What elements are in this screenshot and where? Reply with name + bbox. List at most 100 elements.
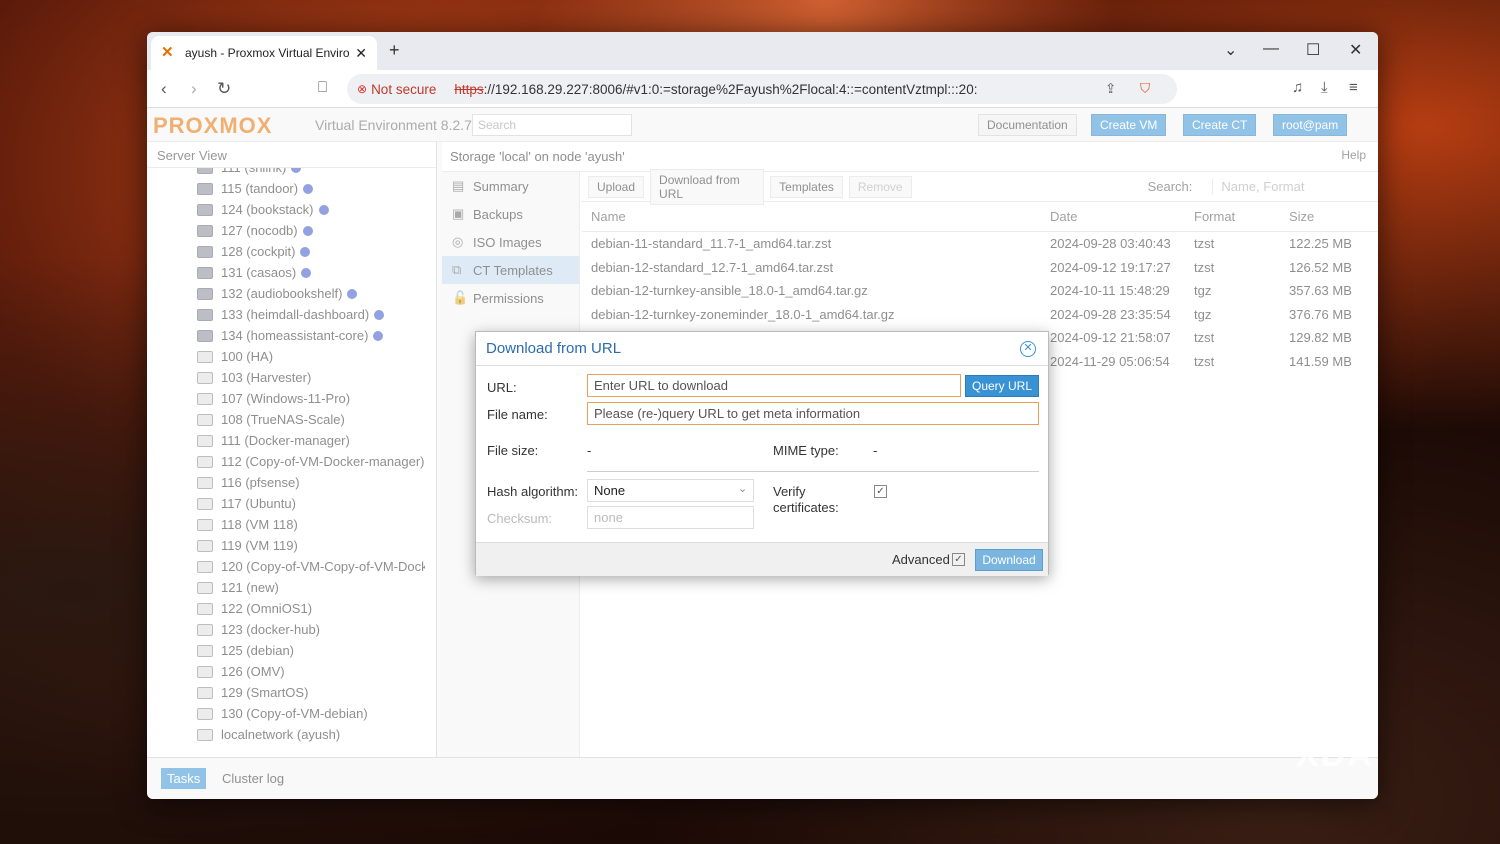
checksum-input[interactable]: none	[587, 506, 754, 529]
tree-item[interactable]: 128 (cockpit)	[197, 241, 311, 262]
server-view-select[interactable]: Server View	[147, 142, 436, 168]
tree-item[interactable]: 130 (Copy-of-VM-debian)	[197, 703, 368, 724]
table-row[interactable]: debian-12-standard_12.7-1_amd64.tar.zst 2…	[582, 256, 1378, 280]
maximize-icon[interactable]: ☐	[1306, 40, 1320, 60]
subnav-label: ISO Images	[473, 234, 542, 250]
divider	[587, 471, 1039, 472]
subnav-permissions[interactable]: 🔓 Permissions	[442, 284, 579, 312]
disc-icon: ◎	[452, 234, 464, 249]
new-tab-icon[interactable]: +	[389, 40, 400, 61]
table-cell: 376.76 MB	[1289, 306, 1352, 322]
reload-icon[interactable]: ↻	[217, 79, 231, 99]
query-url-button[interactable]: Query URL	[965, 375, 1039, 397]
table-cell: 2024-09-12 19:17:27	[1050, 259, 1171, 275]
vm-icon	[197, 644, 213, 657]
global-search[interactable]: Search	[472, 114, 632, 136]
create-ct-button[interactable]: Create CT	[1183, 114, 1257, 136]
tag-dot	[303, 183, 314, 194]
certificates-label: certificates:	[773, 500, 839, 515]
url-label: URL:	[487, 380, 517, 395]
tasks-tab[interactable]: Tasks	[161, 768, 207, 789]
table-row[interactable]: debian-11-standard_11.7-1_amd64.tar.zst 2…	[582, 232, 1378, 256]
tree-item[interactable]: 119 (VM 119)	[197, 535, 298, 556]
download-button[interactable]: Download	[975, 549, 1043, 571]
grid-search-input[interactable]: Name, Format	[1212, 179, 1378, 194]
share-icon[interactable]: ⇪	[1105, 81, 1116, 97]
verify-certificates-checkbox[interactable]: ✓	[874, 485, 887, 498]
download-icon[interactable]: ⤓	[1321, 79, 1328, 96]
tree-item[interactable]: 134 (homeassistant-core)	[197, 325, 384, 346]
tree-item[interactable]: 117 (Ubuntu)	[197, 493, 296, 514]
tree-item[interactable]: 116 (pfsense)	[197, 472, 300, 493]
tree-item[interactable]: 108 (TrueNAS-Scale)	[197, 409, 345, 430]
tree-item[interactable]: 115 (tandoor)	[197, 178, 314, 199]
col-size[interactable]: Size	[1281, 209, 1378, 224]
tree-item[interactable]: 126 (OMV)	[197, 661, 285, 682]
tree-item[interactable]: 120 (Copy-of-VM-Copy-of-VM-Docke	[197, 556, 425, 577]
cluster-log-tab[interactable]: Cluster log	[216, 768, 290, 789]
vm-icon	[197, 455, 213, 468]
tree-item-label: 115 (tandoor)	[221, 181, 299, 196]
table-cell: 129.82 MB	[1289, 330, 1352, 346]
subnav-backups[interactable]: ▣ Backups	[442, 200, 579, 228]
close-dialog-icon[interactable]: ✕	[1020, 341, 1036, 357]
tree-item[interactable]: 100 (HA)	[197, 346, 273, 367]
container-icon	[197, 203, 213, 216]
col-format[interactable]: Format	[1186, 209, 1281, 224]
url-input[interactable]: Enter URL to download	[587, 374, 961, 397]
download-from-url-button[interactable]: Download from URL	[650, 168, 765, 205]
tree-item[interactable]: 132 (audiobookshelf)	[197, 283, 358, 304]
url-field[interactable]: ⊗ Not secure https ://192.168.29.227:800…	[347, 74, 1177, 104]
tree-item-label: 128 (cockpit)	[221, 244, 296, 259]
browser-tab[interactable]: ✕ ayush - Proxmox Virtual Enviro ✕	[151, 36, 377, 70]
tree-item[interactable]: 107 (Windows-11-Pro)	[197, 388, 350, 409]
tree-item[interactable]: 118 (VM 118)	[197, 514, 298, 535]
tree-item[interactable]: 111 (shlink)	[197, 168, 302, 178]
media-icon[interactable]: ♫	[1292, 79, 1303, 96]
subnav-summary[interactable]: ▤ Summary	[442, 172, 579, 200]
resource-tree: 111 (shlink) 115 (tandoor) 124 (bookstack)…	[147, 168, 425, 758]
chevron-down-icon[interactable]: ⌄	[738, 482, 747, 495]
tree-item[interactable]: 125 (debian)	[197, 640, 294, 661]
minimize-icon[interactable]: —	[1263, 40, 1279, 58]
tree-item[interactable]: 133 (heimdall-dashboard)	[197, 304, 385, 325]
remove-button[interactable]: Remove	[848, 175, 912, 198]
col-name[interactable]: Name	[582, 209, 1042, 224]
file-name-input[interactable]: Please (re-)query URL to get meta inform…	[587, 402, 1039, 425]
templates-button[interactable]: Templates	[770, 175, 843, 198]
container-icon	[197, 266, 213, 279]
close-tab-icon[interactable]: ✕	[355, 45, 367, 62]
brave-shield-icon[interactable]: ⛉	[1140, 81, 1150, 97]
vm-icon	[197, 602, 213, 615]
subnav-iso-images[interactable]: ◎ ISO Images	[442, 228, 579, 256]
hash-algorithm-select[interactable]: None	[587, 479, 754, 502]
close-window-icon[interactable]: ✕	[1349, 40, 1362, 60]
menu-icon[interactable]: ≡	[1349, 79, 1358, 96]
bookmark-icon[interactable]: ⎕	[318, 79, 327, 96]
advanced-checkbox[interactable]: ✓	[952, 553, 965, 566]
forward-icon[interactable]: ›	[191, 79, 197, 99]
tab-list-icon[interactable]: ⌄	[1224, 40, 1237, 60]
tree-item[interactable]: localnetwork (ayush)	[197, 724, 340, 745]
tree-item[interactable]: 124 (bookstack)	[197, 199, 329, 220]
subnav-ct-templates[interactable]: ⧉ CT Templates	[442, 256, 579, 284]
table-row[interactable]: debian-12-turnkey-ansible_18.0-1_amd64.t…	[582, 279, 1378, 303]
user-menu-button[interactable]: root@pam	[1273, 114, 1348, 136]
back-icon[interactable]: ‹	[161, 79, 167, 99]
tree-item[interactable]: 121 (new)	[197, 577, 279, 598]
tree-item[interactable]: 112 (Copy-of-VM-Docker-manager)	[197, 451, 425, 472]
upload-button[interactable]: Upload	[588, 175, 645, 198]
documentation-button[interactable]: Documentation	[978, 114, 1077, 136]
help-button[interactable]: Help	[1341, 148, 1366, 162]
table-row[interactable]: debian-12-turnkey-zoneminder_18.0-1_amd6…	[582, 303, 1378, 327]
col-date[interactable]: Date	[1042, 209, 1186, 224]
tree-item[interactable]: 127 (nocodb)	[197, 220, 313, 241]
tree-item[interactable]: 123 (docker-hub)	[197, 619, 320, 640]
tree-item[interactable]: 103 (Harvester)	[197, 367, 311, 388]
create-vm-button[interactable]: Create VM	[1091, 114, 1167, 136]
tree-item-label: 121 (new)	[221, 580, 279, 595]
tree-item[interactable]: 129 (SmartOS)	[197, 682, 308, 703]
tree-item[interactable]: 122 (OmniOS1)	[197, 598, 312, 619]
tree-item[interactable]: 111 (Docker-manager)	[197, 430, 350, 451]
tree-item[interactable]: 131 (casaos)	[197, 262, 312, 283]
